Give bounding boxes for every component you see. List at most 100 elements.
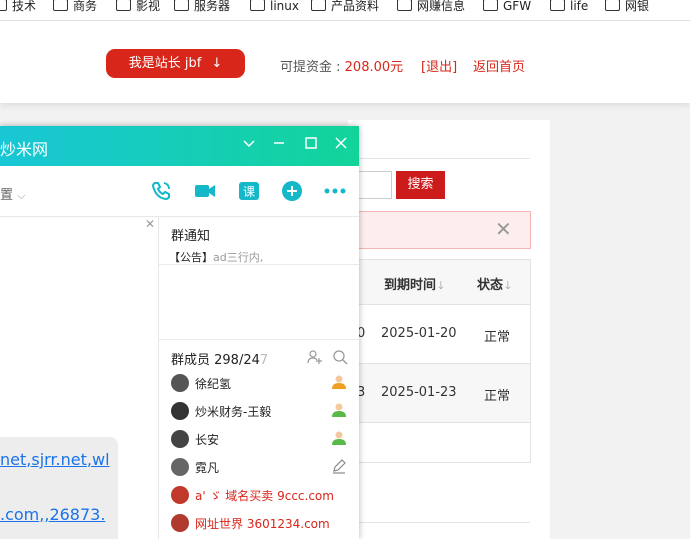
home-link[interactable]: 返回首页	[473, 56, 525, 75]
folder-icon	[605, 0, 620, 11]
withdrawable-funds: 可提资金 : 208.00元	[280, 56, 403, 75]
bookmark-folder[interactable]: 服务器	[174, 0, 230, 16]
member-name: 炒米财务-王毅	[195, 405, 272, 419]
add-member-icon[interactable]	[307, 349, 323, 369]
lesson-icon[interactable]: 课	[238, 180, 260, 206]
divider	[159, 339, 359, 340]
member-name: a' ゞ 域名买卖 9ccc.com	[195, 489, 334, 503]
maximize-icon[interactable]	[305, 136, 317, 154]
notice-content: ad三行内,	[213, 251, 264, 264]
group-admin-icon	[331, 402, 347, 422]
bookmark-folder[interactable]: 网赚信息	[397, 0, 465, 16]
avatar	[171, 402, 189, 420]
member-item[interactable]: 徐纪氢	[171, 371, 357, 395]
bookmark-folder[interactable]: 网银	[605, 0, 649, 16]
owner-button-label: 我是站长 jbf	[128, 56, 202, 71]
voice-call-icon[interactable]	[150, 180, 172, 206]
content-panel: 搜索 ✕ 到期时间 🡓 状态 🡓 0 2025-01-20 正常 3 2025-01…	[348, 120, 550, 539]
member-item[interactable]: 炒米财务-王毅	[171, 399, 357, 423]
chat-title-bar[interactable]: 炒米网	[0, 126, 359, 166]
cell-expiry: 2025-01-20	[381, 326, 457, 341]
header-label: 状态	[477, 278, 504, 293]
bookmark-folder[interactable]: 商务	[53, 0, 97, 16]
logout-link[interactable]: [退出]	[421, 56, 457, 75]
folder-icon	[483, 0, 498, 11]
bookmark-folder[interactable]: life	[550, 0, 588, 16]
group-notice-title[interactable]: 群通知	[171, 225, 210, 244]
member-name: 霓凡	[195, 461, 220, 475]
qq-chat-window: 炒米网 置 ⌵ 课 ✕ net,sjrr.net,wl .com,,26873.…	[0, 126, 359, 539]
message-links: net,sjrr.net,wl	[0, 450, 110, 469]
bookmark-folder[interactable]: linux	[250, 0, 299, 16]
header-label: 到期时间	[384, 278, 437, 293]
add-app-icon[interactable]	[281, 180, 303, 206]
close-icon[interactable]	[335, 136, 347, 154]
member-item[interactable]: 网址世界 3601234.com	[171, 511, 357, 535]
column-header-expiry[interactable]: 到期时间 🡓	[384, 274, 444, 296]
bookmark-folder[interactable]: 技术	[0, 0, 36, 16]
bookmark-label: 服务器	[194, 0, 231, 13]
sort-arrow-icon: 🡓	[505, 279, 511, 292]
group-owner-icon	[331, 374, 347, 394]
bookmark-folder[interactable]: 影视	[116, 0, 160, 16]
member-item[interactable]: 霓凡	[171, 455, 357, 479]
group-notice-text[interactable]: 【公告】ad三行内,	[169, 249, 263, 265]
bookmark-label: linux	[270, 0, 299, 13]
notice-tag: 【公告】	[169, 251, 213, 264]
search-icon[interactable]	[332, 349, 348, 369]
avatar	[171, 430, 189, 448]
link-text[interactable]: 26873.	[49, 505, 105, 524]
bookmark-label: GFW	[503, 0, 532, 13]
arrow-down-icon: ↓	[211, 56, 223, 71]
link-text[interactable]: net	[0, 450, 26, 469]
funds-label: 可提资金 :	[280, 60, 345, 75]
bookmark-label: 网赚信息	[417, 0, 466, 13]
bookmark-label: life	[570, 0, 589, 13]
close-icon[interactable]: ✕	[145, 217, 155, 231]
link-text[interactable]: wl	[92, 450, 110, 469]
bookmark-label: 影视	[136, 0, 161, 13]
minimize-icon[interactable]	[273, 136, 285, 154]
member-item[interactable]: 长安	[171, 427, 357, 451]
site-header: 我是站长 jbf ↓ 可提资金 : 208.00元 [退出] 返回首页	[0, 21, 690, 103]
member-name: 网址世界 3601234.com	[195, 517, 330, 531]
column-header-status[interactable]: 状态 🡓	[477, 274, 511, 296]
group-side-panel: 群通知 【公告】ad三行内, 群成员 298/247 徐纪氢炒米财务-王毅长安霓…	[158, 217, 359, 539]
chat-message-area[interactable]: ✕ net,sjrr.net,wl .com,,26873.	[0, 217, 158, 539]
link-text[interactable]: sjrr.net	[31, 450, 87, 469]
owner-menu-button[interactable]: 我是站长 jbf ↓	[106, 49, 245, 78]
message-links: .com,,26873.	[0, 505, 106, 524]
link-text[interactable]: .com	[0, 505, 39, 524]
settings-label: 置	[0, 188, 14, 203]
chat-toolbar: 置 ⌵ 课	[0, 166, 359, 217]
svg-text:课: 课	[243, 185, 255, 199]
bookmark-label: 网银	[625, 0, 650, 13]
folder-icon	[0, 0, 7, 11]
funds-amount: 208.00元	[344, 60, 404, 75]
bookmark-folder[interactable]: 产品资料	[311, 0, 379, 16]
chat-title: 炒米网	[0, 140, 49, 159]
close-icon[interactable]: ✕	[495, 219, 512, 239]
cell-status: 正常	[484, 330, 511, 345]
member-item[interactable]: a' ゞ 域名买卖 9ccc.com	[171, 483, 357, 507]
folder-icon	[397, 0, 412, 11]
members-title: 群成员 298/247	[171, 349, 268, 368]
settings-dropdown[interactable]: 置 ⌵	[0, 184, 26, 203]
bookmark-label: 商务	[73, 0, 98, 13]
folder-icon	[174, 0, 189, 11]
search-button[interactable]: 搜索	[396, 171, 445, 199]
divider	[348, 522, 530, 523]
more-icon[interactable]	[323, 180, 347, 206]
divider	[348, 158, 530, 159]
avatar	[171, 486, 189, 504]
video-call-icon[interactable]	[193, 180, 217, 206]
member-name: 徐纪氢	[195, 377, 232, 391]
edit-icon[interactable]	[331, 458, 347, 478]
chevron-down-icon[interactable]	[243, 136, 255, 154]
group-admin-icon	[331, 430, 347, 450]
folder-icon	[53, 0, 68, 11]
table-row: 3 2025-01-23 正常	[349, 364, 530, 423]
alert-banner: ✕	[348, 211, 531, 249]
avatar	[171, 374, 189, 392]
bookmark-folder[interactable]: GFW	[483, 0, 531, 16]
